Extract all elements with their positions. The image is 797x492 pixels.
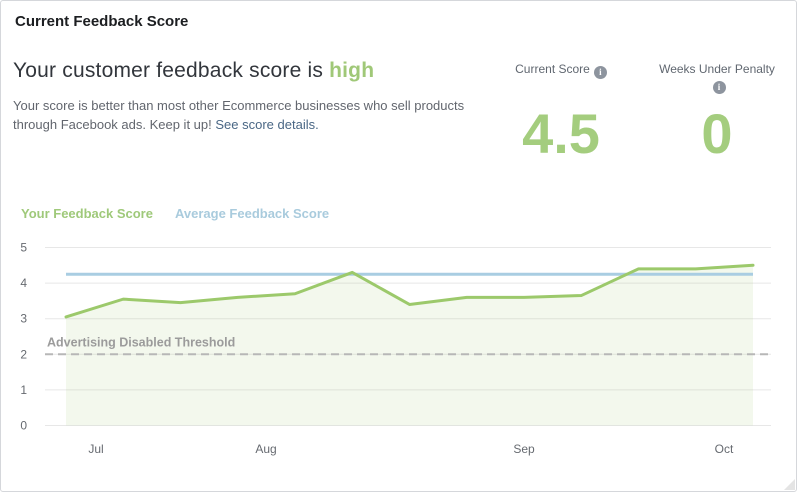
y-axis-tick-label: 4 (20, 276, 27, 290)
y-axis-tick-label: 1 (20, 383, 27, 397)
page-title: Current Feedback Score (15, 13, 188, 30)
legend-item-average-feedback-score[interactable]: Average Feedback Score (175, 206, 329, 221)
chart-legend: Your Feedback Score Average Feedback Sco… (21, 206, 329, 221)
headline: Your customer feedback score is high (13, 59, 374, 83)
threshold-label: Advertising Disabled Threshold (47, 335, 235, 349)
current-feedback-score-card: Current Feedback Score Your customer fee… (0, 0, 797, 492)
y-axis-tick-label: 0 (20, 419, 27, 433)
info-icon[interactable]: i (713, 81, 726, 94)
see-score-details-link[interactable]: See score details. (215, 117, 318, 132)
score-status: high (329, 59, 374, 82)
score-description: Your score is better than most other Eco… (13, 96, 533, 134)
feedback-chart[interactable]: 0 1 2 3 4 5 Advertising Disabled Threshold Jul A… (1, 237, 797, 492)
x-axis-tick-label: Oct (715, 442, 734, 456)
info-icon[interactable]: i (594, 66, 607, 79)
weeks-under-penalty-value: 0 (654, 106, 780, 162)
resize-handle[interactable] (784, 479, 795, 490)
legend-item-your-feedback-score[interactable]: Your Feedback Score (21, 206, 153, 221)
current-score-value: 4.5 (504, 106, 618, 162)
description-line2: through Facebook ads. Keep it up! (13, 117, 212, 132)
x-axis-tick-label: Aug (255, 442, 276, 456)
current-score-stat: Current Scorei 4.5 (504, 62, 618, 172)
y-axis-tick-label: 2 (20, 347, 27, 361)
current-score-label: Current Scorei (504, 62, 618, 79)
weeks-under-penalty-label: Weeks Under Penalty i (654, 62, 780, 94)
headline-text: Your customer feedback score is (13, 59, 329, 82)
description-line1: Your score is better than most other Eco… (13, 98, 464, 113)
x-axis-tick-label: Sep (513, 442, 535, 456)
weeks-under-penalty-stat: Weeks Under Penalty i 0 (654, 62, 780, 172)
x-axis-tick-label: Jul (88, 442, 103, 456)
y-axis-tick-label: 5 (20, 241, 27, 255)
y-axis-tick-label: 3 (20, 312, 27, 326)
